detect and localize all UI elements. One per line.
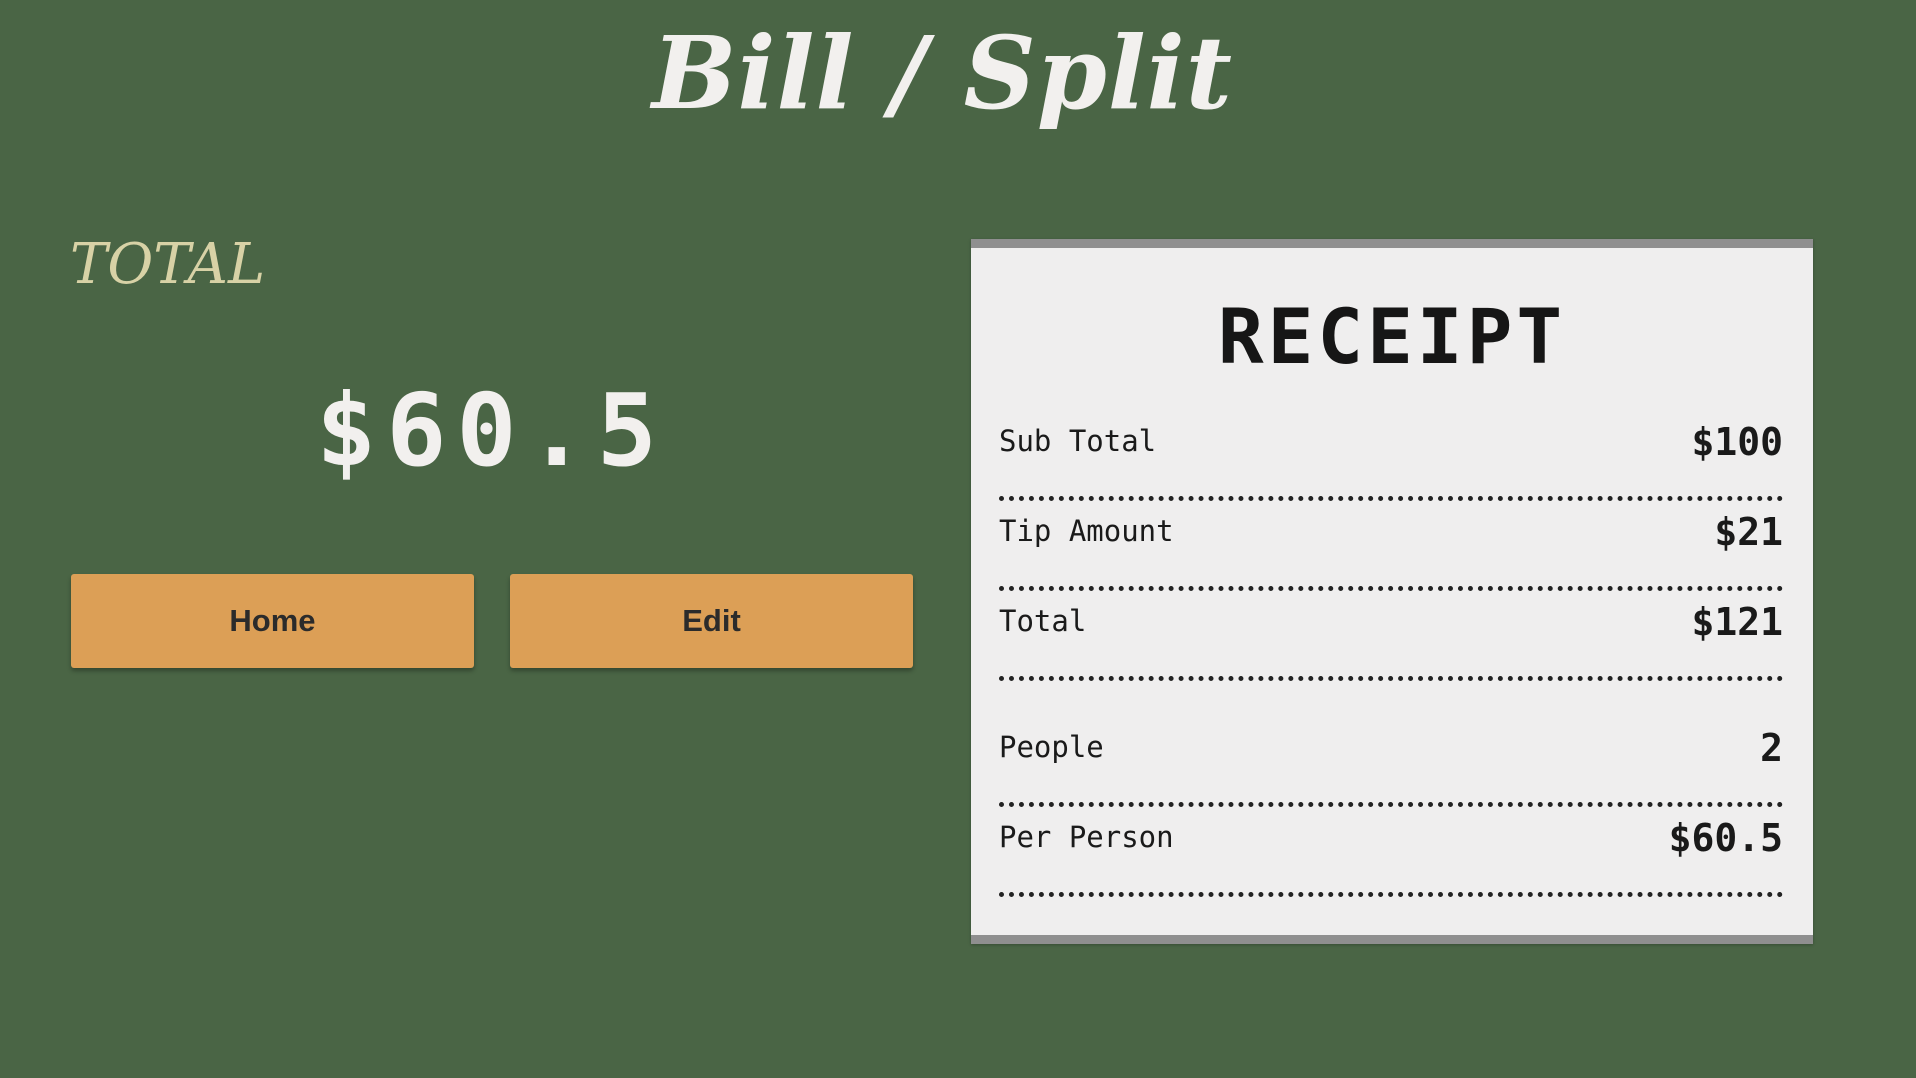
receipt-row-subtotal: Sub Total $100 (999, 420, 1783, 501)
total-amount: $60.5 (315, 372, 668, 489)
receipt-row-value: $21 (1714, 510, 1783, 554)
total-label: TOTAL (70, 232, 266, 297)
receipt-row-label: Total (999, 604, 1087, 638)
receipt-row-label: Per Person (999, 820, 1174, 854)
receipt-row-label: Sub Total (999, 424, 1157, 458)
receipt-row-label: Tip Amount (999, 514, 1174, 548)
receipt-row-value: $60.5 (1668, 816, 1783, 860)
app-title: Bill / Split (652, 14, 1233, 132)
receipt-row-value: $100 (1691, 420, 1783, 464)
receipt-row-label: People (999, 730, 1104, 764)
receipt-panel: RECEIPT Sub Total $100 Tip Amount $21 To… (971, 239, 1813, 944)
edit-button[interactable]: Edit (510, 574, 913, 668)
receipt-row-people: People 2 (999, 726, 1783, 807)
receipt-title: RECEIPT (1217, 292, 1567, 381)
receipt-row-total: Total $121 (999, 600, 1783, 681)
receipt-row-per-person: Per Person $60.5 (999, 816, 1783, 897)
receipt-row-tip-amount: Tip Amount $21 (999, 510, 1783, 591)
receipt-row-value: $121 (1691, 600, 1783, 644)
receipt-row-value: 2 (1760, 726, 1783, 770)
home-button[interactable]: Home (71, 574, 474, 668)
